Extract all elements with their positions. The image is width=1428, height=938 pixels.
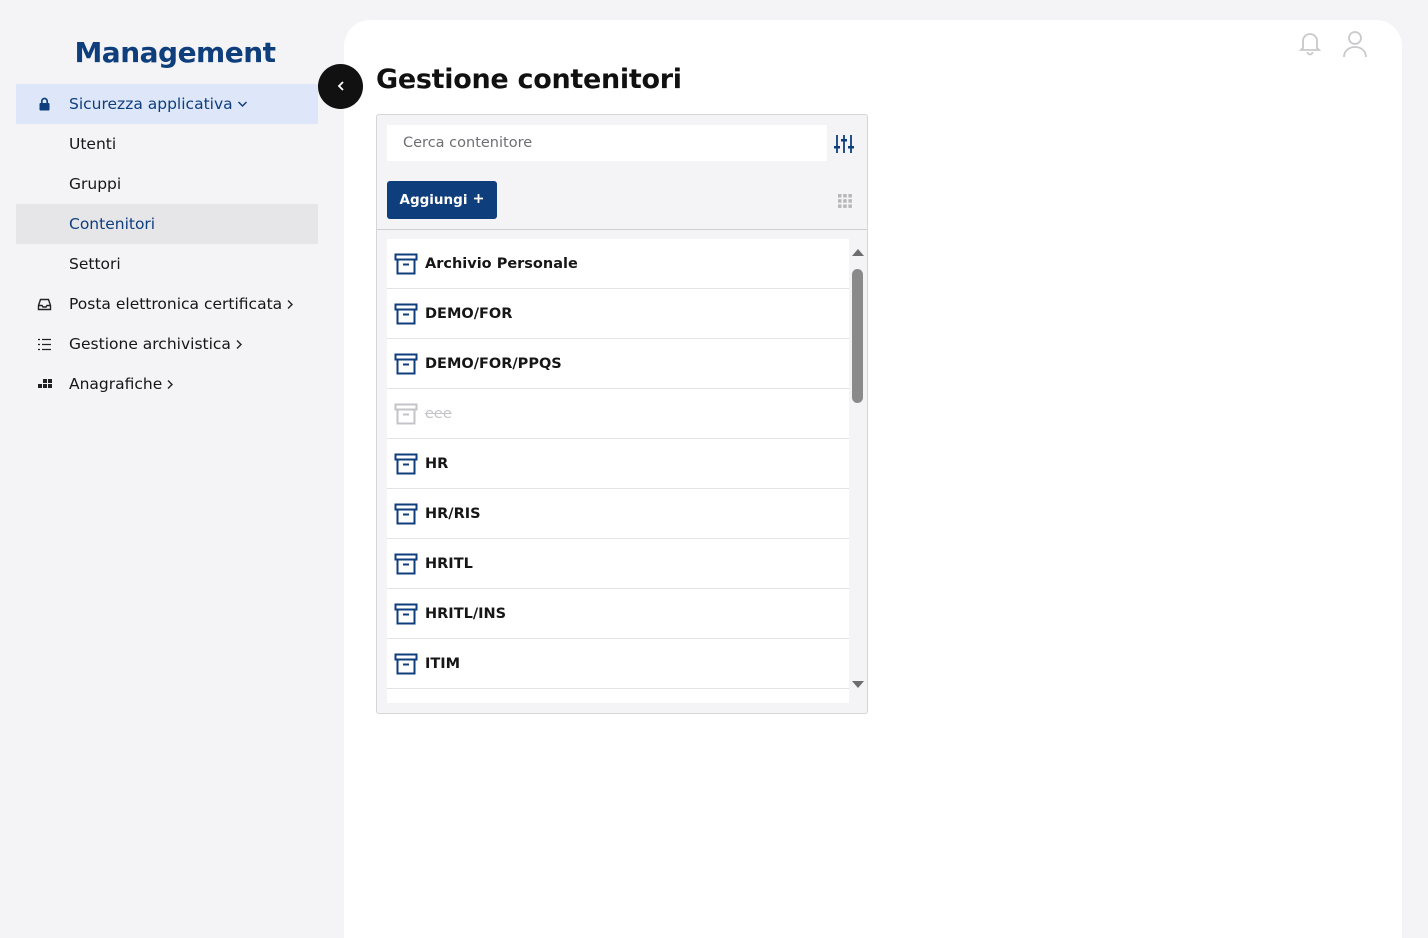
grid-view-icon[interactable] (837, 193, 853, 213)
list-item[interactable]: ITIM (387, 639, 849, 689)
list-item-label: DEMO/FOR/PPQS (425, 355, 562, 372)
containers-panel: Aggiungi Archivio Personale DEMO/FOR DEMO/… (376, 114, 868, 714)
archive-box-icon (387, 603, 425, 625)
plus-icon (473, 192, 484, 208)
archive-box-icon (387, 503, 425, 525)
sidebar-item-contenitori[interactable]: Contenitori (16, 204, 318, 244)
chevron-down-icon (237, 100, 248, 108)
chevron-right-icon (166, 379, 174, 390)
sidebar-item-gruppi[interactable]: Gruppi (16, 164, 318, 204)
scroll-thumb[interactable] (852, 269, 863, 403)
sidebar-item-label: Anagrafiche (69, 375, 163, 393)
page-title: Gestione contenitori (376, 64, 682, 95)
containers-list: Archivio Personale DEMO/FOR DEMO/FOR/PPQS e… (387, 239, 849, 703)
sidebar-item-gestione-archivistica[interactable]: Gestione archivistica (16, 324, 318, 364)
bell-icon[interactable] (1298, 30, 1322, 62)
sidebar-item-label: Gruppi (69, 175, 122, 193)
brand-title: Management (74, 36, 276, 69)
list-item[interactable]: Archivio Personale (387, 239, 849, 289)
sidebar: Management Sicurezza applicativa Utenti … (0, 0, 335, 938)
list-item-label: HRITL/INS (425, 605, 507, 622)
sidebar-item-label: Settori (69, 255, 121, 273)
add-button[interactable]: Aggiungi (387, 181, 497, 219)
inbox-icon (16, 298, 69, 311)
sidebar-item-sicurezza-applicativa[interactable]: Sicurezza applicativa (16, 84, 318, 124)
archive-box-icon (387, 453, 425, 475)
apps-icon (16, 378, 69, 390)
list-item-label: HR (425, 455, 449, 472)
header-actions (1298, 30, 1368, 62)
chevron-left-icon (337, 77, 345, 96)
list-item-label: ITIM (425, 655, 461, 672)
sidebar-item-anagrafiche[interactable]: Anagrafiche (16, 364, 318, 404)
search-input[interactable] (387, 125, 827, 161)
list-item-label: Archivio Personale (425, 255, 578, 272)
sidebar-item-posta-elettronica[interactable]: Posta elettronica certificata (16, 284, 318, 324)
scroll-up-arrow[interactable] (852, 249, 864, 256)
sidebar-item-label: Posta elettronica certificata (69, 295, 283, 313)
archive-box-icon (387, 303, 425, 325)
archive-box-icon (387, 353, 425, 375)
scrollbar[interactable] (849, 239, 867, 703)
list-item-label: HR/RIS (425, 505, 481, 522)
collapse-sidebar-button[interactable] (318, 64, 363, 109)
list-item-label: eee (425, 405, 452, 422)
archive-box-icon (387, 253, 425, 275)
add-button-label: Aggiungi (399, 192, 468, 208)
list-item[interactable]: HR (387, 439, 849, 489)
divider (377, 229, 867, 230)
sidebar-item-label: Sicurezza applicativa (69, 95, 233, 113)
archive-box-icon (387, 553, 425, 575)
chevron-right-icon (235, 339, 243, 350)
list-icon (16, 338, 69, 351)
list-item[interactable]: eee (387, 389, 849, 439)
scroll-down-arrow[interactable] (852, 681, 864, 688)
filter-sliders-icon[interactable] (833, 133, 857, 157)
list-item[interactable]: HR/RIS (387, 489, 849, 539)
list-item[interactable]: HRITL (387, 539, 849, 589)
main-panel: Gestione contenitori Aggiungi Archivio P… (344, 20, 1402, 938)
archive-box-icon (387, 653, 425, 675)
sidebar-nav: Sicurezza applicativa Utenti Gruppi Cont… (16, 84, 318, 404)
user-icon[interactable] (1342, 30, 1368, 62)
sidebar-item-label: Utenti (69, 135, 117, 153)
sidebar-item-label: Gestione archivistica (69, 335, 231, 353)
sidebar-item-utenti[interactable]: Utenti (16, 124, 318, 164)
archive-box-icon (387, 403, 425, 425)
list-item[interactable]: DEMO/FOR/PPQS (387, 339, 849, 389)
list-item[interactable]: DEMO/FOR (387, 289, 849, 339)
chevron-right-icon (286, 299, 294, 310)
sidebar-item-settori[interactable]: Settori (16, 244, 318, 284)
list-item[interactable]: HRITL/INS (387, 589, 849, 639)
lock-icon (16, 97, 69, 111)
list-item-label: HRITL (425, 555, 473, 572)
sidebar-item-label: Contenitori (69, 215, 156, 233)
list-item-label: DEMO/FOR (425, 305, 513, 322)
